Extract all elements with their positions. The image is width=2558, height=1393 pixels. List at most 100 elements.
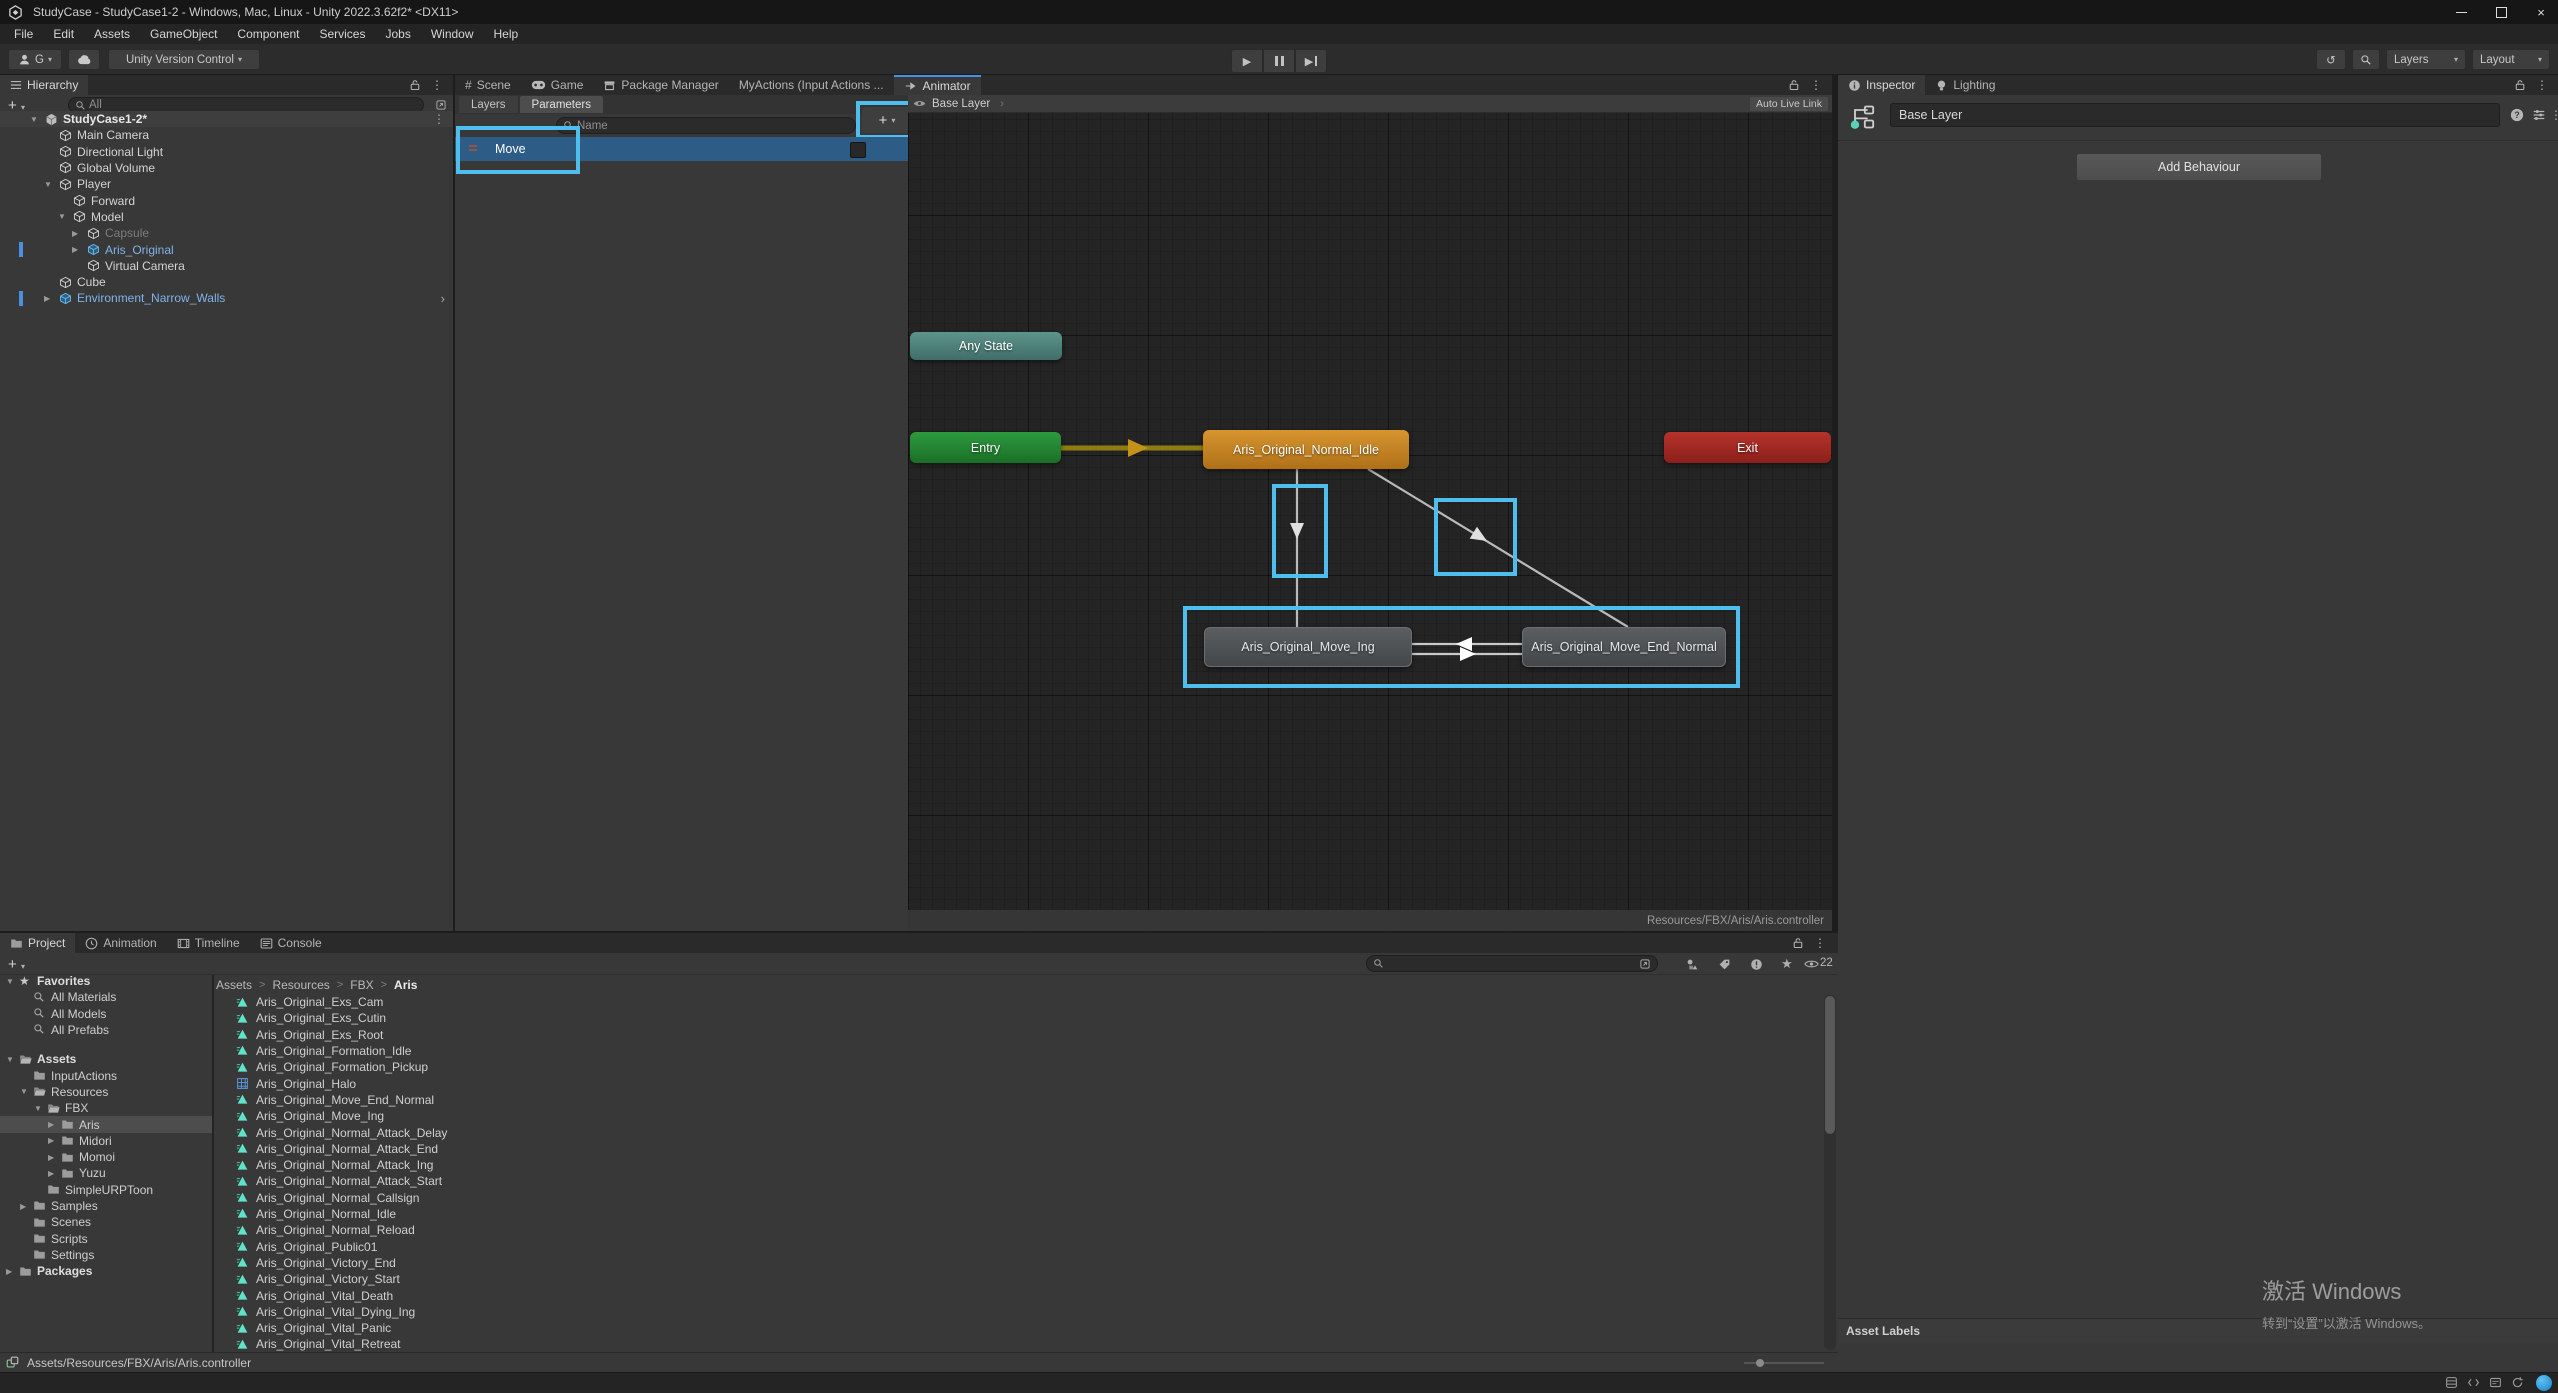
hidden-count-eye-icon[interactable] (1804, 959, 1819, 969)
expand-arrow-icon[interactable]: ▶ (72, 225, 78, 241)
state-node-move-end[interactable]: Aris_Original_Move_End_Normal (1522, 627, 1726, 667)
tree-item-aris[interactable]: ▶Aris (0, 1116, 212, 1132)
tree-item-favorites[interactable]: ▼★Favorites (0, 973, 212, 989)
hierarchy-item-aris-original[interactable]: ▶Aris_Original (0, 241, 453, 257)
tree-item-settings[interactable]: Settings (0, 1247, 212, 1263)
tab-layers[interactable]: Layers (459, 96, 518, 113)
lock-icon[interactable] (409, 79, 421, 91)
step-button[interactable]: ▶ (1295, 49, 1327, 73)
create-asset-button[interactable]: + ▾ (8, 956, 25, 973)
account-button[interactable]: G ▾ (8, 49, 62, 70)
expand-arrow-icon[interactable]: ▶ (72, 241, 78, 257)
import-warning-icon[interactable] (1750, 958, 1763, 971)
tree-item-midori[interactable]: ▶Midori (0, 1133, 212, 1149)
tree-item-all-prefabs[interactable]: All Prefabs (0, 1022, 212, 1038)
icon-size-slider[interactable] (1744, 1362, 1824, 1364)
menu-edit[interactable]: Edit (43, 24, 84, 44)
tab-inspector[interactable]: Inspector (1838, 75, 1925, 95)
expand-arrow-icon[interactable]: ▶ (6, 1263, 12, 1279)
asset-aris_original_formation_pickup[interactable]: Aris_Original_Formation_Pickup (214, 1059, 1824, 1075)
hierarchy-item-studycase1-2-[interactable]: ▼StudyCase1-2*⋮ (0, 111, 453, 127)
menu-help[interactable]: Help (484, 24, 529, 44)
tab-animator[interactable]: Animator (894, 75, 981, 95)
hierarchy-item-forward[interactable]: Forward (0, 193, 453, 209)
animator-state-graph[interactable]: Any StateEntryAris_Original_Normal_IdleE… (908, 95, 1832, 931)
expand-arrow-icon[interactable]: ▶ (48, 1165, 54, 1181)
asset-aris_original_normal_attack_ing[interactable]: Aris_Original_Normal_Attack_Ing (214, 1157, 1824, 1173)
asset-aris_original_normal_attack_end[interactable]: Aris_Original_Normal_Attack_End (214, 1141, 1824, 1157)
cloud-button[interactable] (68, 49, 100, 70)
tab-lighting[interactable]: Lighting (1925, 75, 2005, 95)
open-prefab-chevron-icon[interactable]: › (441, 290, 445, 306)
favorites-filter-icon[interactable]: ★ (1781, 956, 1793, 972)
kebab-menu-icon[interactable]: ⋮ (2536, 78, 2548, 92)
auto-live-link-button[interactable]: Auto Live Link (1750, 97, 1828, 111)
lock-icon[interactable] (1792, 937, 1804, 949)
hierarchy-item-global-volume[interactable]: Global Volume (0, 160, 453, 176)
collapse-arrow-icon[interactable]: ▼ (6, 1051, 14, 1067)
asset-aris_original_move_ing[interactable]: Aris_Original_Move_Ing (214, 1108, 1824, 1124)
search-button[interactable] (2352, 49, 2380, 70)
tab-project[interactable]: Project (0, 933, 75, 953)
breadcrumb[interactable]: Base Layer (932, 98, 990, 110)
tab-hierarchy[interactable]: Hierarchy (0, 75, 88, 95)
hierarchy-item-environment-narrow-walls[interactable]: ▶Environment_Narrow_Walls› (0, 290, 453, 306)
menu-services[interactable]: Services (309, 24, 375, 44)
collapse-arrow-icon[interactable]: ▼ (34, 1100, 42, 1116)
tab-game[interactable]: Game (521, 75, 594, 95)
tree-item-scenes[interactable]: Scenes (0, 1214, 212, 1230)
tab-animation[interactable]: Animation (75, 933, 166, 953)
menu-assets[interactable]: Assets (84, 24, 140, 44)
tab-myactions-input-actions-[interactable]: MyActions (Input Actions ... (729, 75, 894, 95)
asset-aris_original_vital_dying_ing[interactable]: Aris_Original_Vital_Dying_Ing (214, 1304, 1824, 1320)
asset-aris_original_victory_end[interactable]: Aris_Original_Victory_End (214, 1255, 1824, 1271)
layers-dropdown[interactable]: Layers ▾ (2386, 49, 2466, 70)
lock-icon[interactable] (1788, 79, 1800, 91)
play-button[interactable]: ▶ (1231, 49, 1263, 73)
hierarchy-item-directional-light[interactable]: Directional Light (0, 144, 453, 160)
tree-item-simpleurptoon[interactable]: SimpleURPToon (0, 1182, 212, 1198)
console-message-icon[interactable] (2489, 1376, 2502, 1389)
slider-knob[interactable] (1756, 1359, 1764, 1367)
menu-component[interactable]: Component (227, 24, 309, 44)
open-search-window-icon[interactable] (435, 99, 447, 111)
menu-window[interactable]: Window (421, 24, 484, 44)
parameter-search-input[interactable] (577, 120, 849, 132)
tree-item-assets[interactable]: ▼Assets (0, 1051, 212, 1067)
menu-jobs[interactable]: Jobs (375, 24, 420, 44)
undo-history-button[interactable]: ↺ (2316, 49, 2346, 70)
menu-gameobject[interactable]: GameObject (140, 24, 227, 44)
asset-aris_original_normal_idle[interactable]: Aris_Original_Normal_Idle (214, 1206, 1824, 1222)
asset-aris_original_halo[interactable]: Aris_Original_Halo (214, 1076, 1824, 1092)
hierarchy-item-player[interactable]: ▼Player (0, 176, 453, 192)
project-search-input[interactable] (1387, 958, 1636, 970)
kebab-menu-icon[interactable]: ⋮ (431, 78, 443, 92)
hierarchy-item-main-camera[interactable]: Main Camera (0, 127, 453, 143)
asset-aris_original_move_end_normal[interactable]: Aris_Original_Move_End_Normal (214, 1092, 1824, 1108)
tree-item-inputactions[interactable]: InputActions (0, 1068, 212, 1084)
state-node-move-ing[interactable]: Aris_Original_Move_Ing (1204, 627, 1412, 667)
hierarchy-search-input[interactable] (89, 99, 417, 111)
maximize-button[interactable] (2494, 5, 2508, 19)
layer-name-field[interactable] (1890, 103, 2500, 127)
expand-arrow-icon[interactable]: ▶ (48, 1116, 54, 1132)
asset-aris_original_vital_death[interactable]: Aris_Original_Vital_Death (214, 1287, 1824, 1303)
help-icon[interactable]: ? (2510, 108, 2524, 122)
collapse-arrow-icon[interactable]: ▼ (44, 176, 52, 192)
hierarchy-item-model[interactable]: ▼Model (0, 209, 453, 225)
collapse-arrow-icon[interactable]: ▼ (30, 111, 38, 127)
code-optimization-icon[interactable] (2467, 1376, 2480, 1389)
asset-aris_original_public01[interactable]: Aris_Original_Public01 (214, 1239, 1824, 1255)
presets-icon[interactable] (2532, 108, 2546, 122)
project-search-field[interactable] (1366, 955, 1658, 972)
tab-parameters[interactable]: Parameters (520, 96, 603, 113)
menu-file[interactable]: File (4, 24, 43, 44)
layer-name-input[interactable] (1891, 104, 2499, 126)
scrollbar[interactable] (1824, 995, 1836, 1350)
collapse-arrow-icon[interactable]: ▼ (58, 209, 66, 225)
state-node-entry[interactable]: Entry (910, 432, 1061, 463)
version-control-button[interactable]: Unity Version Control ▾ (108, 49, 260, 70)
kebab-menu-icon[interactable]: ⋮ (433, 111, 445, 127)
expand-arrow-icon[interactable]: ▶ (48, 1133, 54, 1149)
cache-server-icon[interactable] (2445, 1376, 2458, 1389)
